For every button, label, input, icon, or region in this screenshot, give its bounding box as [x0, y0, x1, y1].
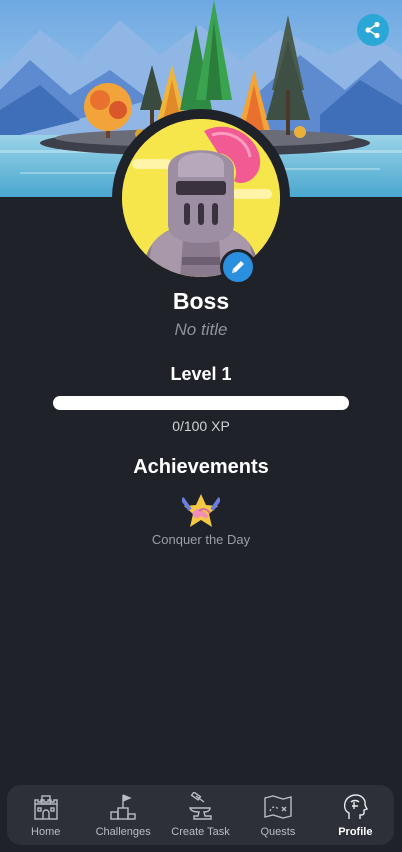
- bottom-navigation: Home Challenges Create Task Quests Profi…: [7, 785, 394, 845]
- nav-label-challenges: Challenges: [95, 826, 151, 838]
- share-icon: [365, 21, 380, 39]
- achievement-label: Conquer the Day: [151, 532, 251, 547]
- xp-text: 0/100 XP: [172, 418, 230, 434]
- nav-label-profile: Profile: [338, 826, 373, 838]
- nav-item-home[interactable]: Home: [7, 785, 84, 845]
- knight-avatar-icon: [122, 119, 280, 277]
- handshake-star-icon: [180, 494, 222, 527]
- share-button[interactable]: [357, 14, 389, 46]
- treasure-map-icon: [264, 795, 292, 819]
- head-profile-icon: [344, 794, 369, 819]
- nav-label-create-task: Create Task: [171, 826, 230, 838]
- edit-avatar-button[interactable]: [220, 249, 256, 285]
- profile-title: No title: [174, 320, 228, 339]
- xp-progress-bar: [53, 396, 349, 410]
- nav-item-create-task[interactable]: Create Task: [162, 785, 239, 845]
- level-label: Level 1: [170, 364, 232, 384]
- profile-name: Boss: [172, 288, 230, 314]
- achievement-badge[interactable]: [180, 493, 222, 529]
- nav-item-quests[interactable]: Quests: [239, 785, 316, 845]
- avatar-container: [112, 109, 290, 287]
- pencil-icon: [232, 261, 244, 273]
- nav-label-home: Home: [31, 826, 61, 838]
- nav-item-profile[interactable]: Profile: [317, 785, 394, 845]
- nav-item-challenges[interactable]: Challenges: [84, 785, 161, 845]
- podium-flag-icon: [110, 794, 136, 820]
- nav-label-quests: Quests: [260, 826, 296, 838]
- avatar[interactable]: [122, 119, 280, 277]
- castle-icon: [34, 795, 58, 820]
- anvil-hammer-icon: [188, 792, 212, 820]
- achievements-heading: Achievements: [133, 456, 269, 478]
